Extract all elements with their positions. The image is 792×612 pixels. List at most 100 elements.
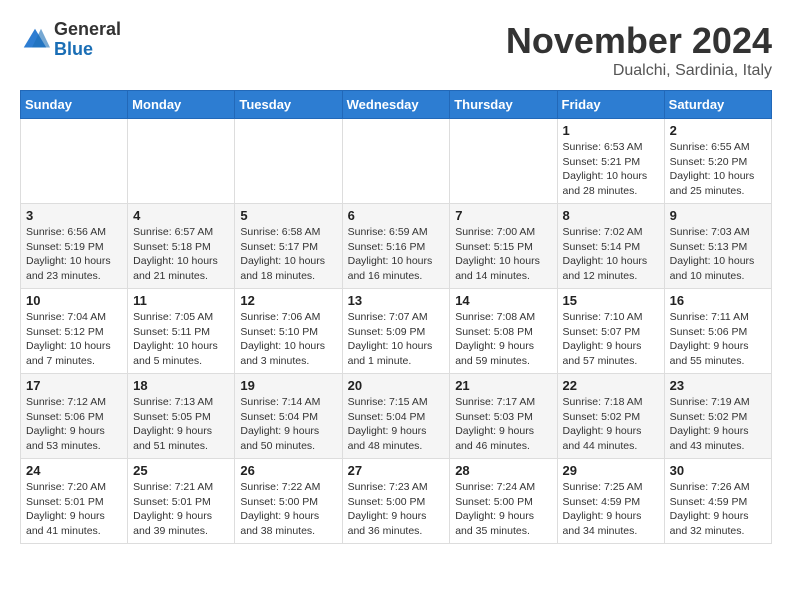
day-cell: [450, 119, 557, 204]
day-number: 11: [133, 293, 229, 308]
day-detail: Sunrise: 7:17 AMSunset: 5:03 PMDaylight:…: [455, 395, 551, 454]
day-number: 6: [348, 208, 445, 223]
header-cell-monday: Monday: [128, 91, 235, 119]
day-number: 23: [670, 378, 766, 393]
day-cell: 15 Sunrise: 7:10 AMSunset: 5:07 PMDayligh…: [557, 289, 664, 374]
day-cell: 9 Sunrise: 7:03 AMSunset: 5:13 PMDaylight…: [664, 204, 771, 289]
calendar-body: 1 Sunrise: 6:53 AMSunset: 5:21 PMDaylight…: [21, 119, 772, 544]
day-detail: Sunrise: 7:26 AMSunset: 4:59 PMDaylight:…: [670, 480, 766, 539]
day-detail: Sunrise: 7:08 AMSunset: 5:08 PMDaylight:…: [455, 310, 551, 369]
day-number: 13: [348, 293, 445, 308]
day-cell: 29 Sunrise: 7:25 AMSunset: 4:59 PMDayligh…: [557, 459, 664, 544]
day-detail: Sunrise: 7:22 AMSunset: 5:00 PMDaylight:…: [240, 480, 336, 539]
day-number: 9: [670, 208, 766, 223]
day-cell: 30 Sunrise: 7:26 AMSunset: 4:59 PMDayligh…: [664, 459, 771, 544]
day-number: 22: [563, 378, 659, 393]
day-cell: 12Sunrise: 7:06 AMSunset: 5:10 PMDayligh…: [235, 289, 342, 374]
title-section: November 2024 Dualchi, Sardinia, Italy: [506, 20, 772, 80]
day-cell: 2Sunrise: 6:55 AMSunset: 5:20 PMDaylight…: [664, 119, 771, 204]
header-cell-sunday: Sunday: [21, 91, 128, 119]
month-title: November 2024: [506, 20, 772, 62]
day-number: 28: [455, 463, 551, 478]
day-detail: Sunrise: 7:10 AMSunset: 5:07 PMDaylight:…: [563, 310, 659, 369]
day-cell: 4 Sunrise: 6:57 AMSunset: 5:18 PMDaylight…: [128, 204, 235, 289]
day-number: 10: [26, 293, 122, 308]
week-row-4: 17 Sunrise: 7:12 AMSunset: 5:06 PMDayligh…: [21, 374, 772, 459]
day-cell: 28Sunrise: 7:24 AMSunset: 5:00 PMDayligh…: [450, 459, 557, 544]
day-detail: Sunrise: 7:13 AMSunset: 5:05 PMDaylight:…: [133, 395, 229, 454]
day-number: 18: [133, 378, 229, 393]
header-cell-friday: Friday: [557, 91, 664, 119]
day-cell: 20 Sunrise: 7:15 AMSunset: 5:04 PMDayligh…: [342, 374, 450, 459]
day-cell: 23 Sunrise: 7:19 AMSunset: 5:02 PMDayligh…: [664, 374, 771, 459]
day-cell: 26Sunrise: 7:22 AMSunset: 5:00 PMDayligh…: [235, 459, 342, 544]
logo-icon: [20, 25, 50, 55]
week-row-3: 10 Sunrise: 7:04 AMSunset: 5:12 PMDayligh…: [21, 289, 772, 374]
day-number: 19: [240, 378, 336, 393]
day-number: 21: [455, 378, 551, 393]
day-detail: Sunrise: 7:06 AMSunset: 5:10 PMDaylight:…: [240, 310, 336, 369]
day-number: 29: [563, 463, 659, 478]
day-detail: Sunrise: 7:05 AMSunset: 5:11 PMDaylight:…: [133, 310, 229, 369]
day-cell: 21 Sunrise: 7:17 AMSunset: 5:03 PMDayligh…: [450, 374, 557, 459]
header-cell-wednesday: Wednesday: [342, 91, 450, 119]
day-detail: Sunrise: 7:14 AMSunset: 5:04 PMDaylight:…: [240, 395, 336, 454]
day-cell: 13Sunrise: 7:07 AMSunset: 5:09 PMDayligh…: [342, 289, 450, 374]
day-detail: Sunrise: 7:23 AMSunset: 5:00 PMDaylight:…: [348, 480, 445, 539]
day-detail: Sunrise: 7:12 AMSunset: 5:06 PMDaylight:…: [26, 395, 122, 454]
week-row-2: 3Sunrise: 6:56 AMSunset: 5:19 PMDaylight…: [21, 204, 772, 289]
day-cell: [128, 119, 235, 204]
logo-blue-text: Blue: [54, 40, 121, 60]
day-cell: 8 Sunrise: 7:02 AMSunset: 5:14 PMDaylight…: [557, 204, 664, 289]
logo-general-text: General: [54, 20, 121, 40]
day-cell: 19 Sunrise: 7:14 AMSunset: 5:04 PMDayligh…: [235, 374, 342, 459]
header-cell-tuesday: Tuesday: [235, 91, 342, 119]
day-number: 30: [670, 463, 766, 478]
day-cell: 6 Sunrise: 6:59 AMSunset: 5:16 PMDaylight…: [342, 204, 450, 289]
location-subtitle: Dualchi, Sardinia, Italy: [506, 62, 772, 80]
day-detail: Sunrise: 7:00 AMSunset: 5:15 PMDaylight:…: [455, 225, 551, 284]
day-number: 8: [563, 208, 659, 223]
day-number: 16: [670, 293, 766, 308]
week-row-1: 1 Sunrise: 6:53 AMSunset: 5:21 PMDaylight…: [21, 119, 772, 204]
day-number: 2: [670, 123, 766, 138]
day-cell: [342, 119, 450, 204]
logo: General Blue: [20, 20, 121, 60]
day-cell: 18 Sunrise: 7:13 AMSunset: 5:05 PMDayligh…: [128, 374, 235, 459]
day-cell: 22 Sunrise: 7:18 AMSunset: 5:02 PMDayligh…: [557, 374, 664, 459]
day-detail: Sunrise: 6:59 AMSunset: 5:16 PMDaylight:…: [348, 225, 445, 284]
day-cell: 14Sunrise: 7:08 AMSunset: 5:08 PMDayligh…: [450, 289, 557, 374]
day-detail: Sunrise: 7:25 AMSunset: 4:59 PMDaylight:…: [563, 480, 659, 539]
day-detail: Sunrise: 7:04 AMSunset: 5:12 PMDaylight:…: [26, 310, 122, 369]
day-detail: Sunrise: 7:20 AMSunset: 5:01 PMDaylight:…: [26, 480, 122, 539]
day-cell: 10 Sunrise: 7:04 AMSunset: 5:12 PMDayligh…: [21, 289, 128, 374]
week-row-5: 24Sunrise: 7:20 AMSunset: 5:01 PMDayligh…: [21, 459, 772, 544]
day-cell: 17 Sunrise: 7:12 AMSunset: 5:06 PMDayligh…: [21, 374, 128, 459]
day-cell: 24Sunrise: 7:20 AMSunset: 5:01 PMDayligh…: [21, 459, 128, 544]
day-number: 4: [133, 208, 229, 223]
day-detail: Sunrise: 7:18 AMSunset: 5:02 PMDaylight:…: [563, 395, 659, 454]
day-number: 15: [563, 293, 659, 308]
day-detail: Sunrise: 6:57 AMSunset: 5:18 PMDaylight:…: [133, 225, 229, 284]
day-detail: Sunrise: 7:19 AMSunset: 5:02 PMDaylight:…: [670, 395, 766, 454]
calendar-table: SundayMondayTuesdayWednesdayThursdayFrid…: [20, 90, 772, 544]
day-cell: 27 Sunrise: 7:23 AMSunset: 5:00 PMDayligh…: [342, 459, 450, 544]
day-number: 17: [26, 378, 122, 393]
day-detail: Sunrise: 7:21 AMSunset: 5:01 PMDaylight:…: [133, 480, 229, 539]
day-number: 20: [348, 378, 445, 393]
day-number: 3: [26, 208, 122, 223]
day-cell: [235, 119, 342, 204]
header-cell-thursday: Thursday: [450, 91, 557, 119]
day-detail: Sunrise: 6:53 AMSunset: 5:21 PMDaylight:…: [563, 140, 659, 199]
day-detail: Sunrise: 7:15 AMSunset: 5:04 PMDaylight:…: [348, 395, 445, 454]
day-number: 1: [563, 123, 659, 138]
day-detail: Sunrise: 6:58 AMSunset: 5:17 PMDaylight:…: [240, 225, 336, 284]
day-detail: Sunrise: 7:03 AMSunset: 5:13 PMDaylight:…: [670, 225, 766, 284]
header: General Blue November 2024 Dualchi, Sard…: [20, 20, 772, 80]
day-cell: 7Sunrise: 7:00 AMSunset: 5:15 PMDaylight…: [450, 204, 557, 289]
day-number: 27: [348, 463, 445, 478]
day-cell: 1 Sunrise: 6:53 AMSunset: 5:21 PMDaylight…: [557, 119, 664, 204]
day-number: 5: [240, 208, 336, 223]
day-number: 25: [133, 463, 229, 478]
day-detail: Sunrise: 7:02 AMSunset: 5:14 PMDaylight:…: [563, 225, 659, 284]
